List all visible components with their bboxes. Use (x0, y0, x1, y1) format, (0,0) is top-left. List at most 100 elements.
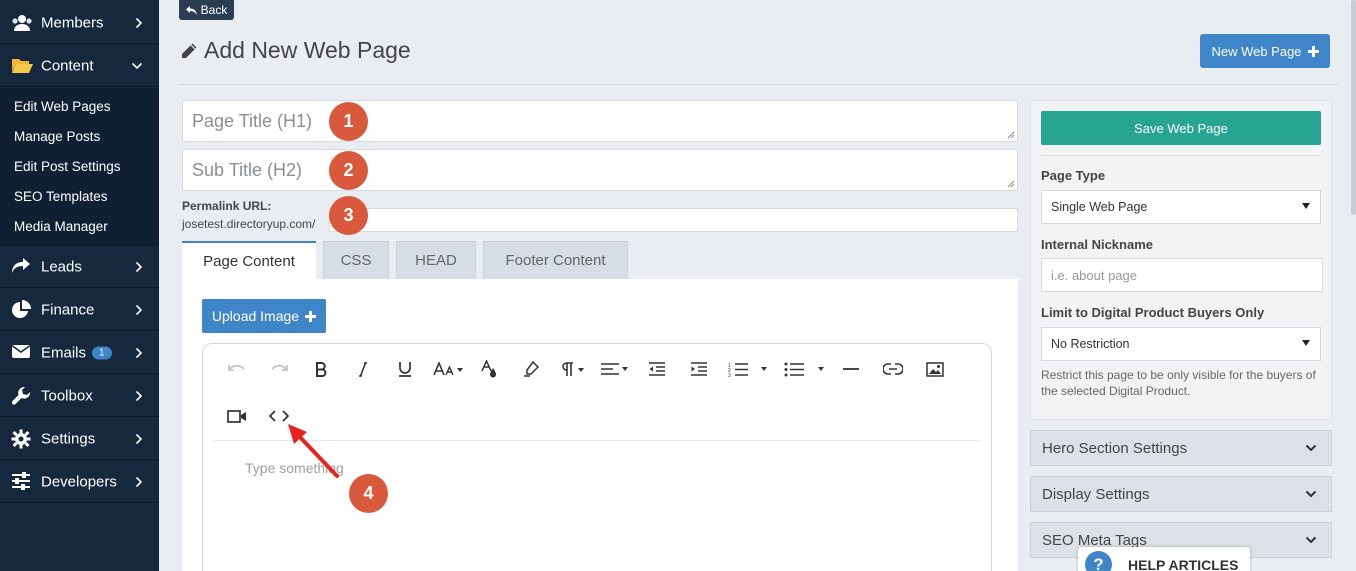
indent-icon[interactable] (685, 356, 713, 382)
unordered-list-icon[interactable] (783, 356, 827, 382)
permalink-label: Permalink URL: (182, 199, 272, 213)
page-scrollbar[interactable] (1351, 0, 1356, 215)
page-title-placeholder: Page Title (H1) (192, 110, 313, 131)
underline-icon[interactable] (391, 356, 419, 382)
sidebar-item-developers[interactable]: Developers (0, 461, 159, 503)
sliders-icon (11, 471, 31, 492)
share-arrow-icon (11, 257, 31, 277)
align-icon[interactable] (599, 356, 631, 382)
sidebar-item-emails[interactable]: Emails 1 (0, 332, 159, 374)
new-web-page-button[interactable]: New Web Page (1200, 34, 1330, 68)
back-label: Back (200, 3, 228, 17)
sidebar-item-leads[interactable]: Leads (0, 246, 159, 288)
submenu-item-edit-web-pages[interactable]: Edit Web Pages (14, 99, 111, 114)
sidebar: Members Content Edit Web Pages Manage Po… (0, 0, 159, 571)
page-title: Add New Web Page (180, 37, 411, 64)
resize-handle-icon[interactable] (1007, 180, 1015, 188)
text-color-icon[interactable] (475, 356, 503, 382)
page-title-text: Add New Web Page (204, 37, 411, 63)
sidebar-item-label: Toolbox (41, 387, 93, 404)
chevron-down-icon (1305, 490, 1317, 498)
permalink-input[interactable] (329, 208, 1018, 232)
permalink-prefix: josetest.directoryup.com/ (182, 217, 316, 231)
back-button[interactable]: Back (179, 0, 234, 20)
internal-nickname-placeholder: i.e. about page (1051, 267, 1138, 283)
caret-down-icon (1302, 340, 1310, 346)
font-size-icon[interactable] (432, 356, 466, 382)
new-web-page-label: New Web Page (1211, 43, 1302, 59)
callout-marker-2: 2 (329, 151, 368, 190)
sidebar-item-label: Leads (41, 258, 82, 275)
image-icon[interactable] (921, 356, 949, 382)
resize-handle-icon[interactable] (1007, 131, 1015, 139)
callout-marker-1: 1 (329, 102, 368, 141)
video-icon[interactable] (223, 403, 251, 429)
tab-footer-content[interactable]: Footer Content (483, 241, 628, 279)
sidebar-item-members[interactable]: Members (0, 2, 159, 44)
pie-chart-icon (11, 299, 31, 320)
upload-image-label: Upload Image (211, 308, 300, 324)
chevron-down-icon (131, 62, 143, 70)
sidebar-item-content[interactable]: Content (0, 45, 159, 87)
envelope-icon (11, 343, 31, 363)
chevron-down-icon (1305, 536, 1317, 544)
sidebar-item-finance[interactable]: Finance (0, 289, 159, 331)
sidebar-item-label: Emails 1 (41, 344, 112, 361)
bold-icon[interactable] (307, 356, 335, 382)
submenu-item-edit-post-settings[interactable]: Edit Post Settings (14, 159, 121, 174)
chevron-down-icon (1305, 444, 1317, 452)
submenu-item-media-manager[interactable]: Media Manager (14, 219, 108, 234)
restrict-buyers-label: Limit to Digital Product Buyers Only (1041, 305, 1265, 320)
sidebar-item-settings[interactable]: Settings (0, 418, 159, 460)
page-title-input[interactable]: Page Title (H1) (182, 100, 1018, 142)
restrict-buyers-select[interactable]: No Restriction (1041, 327, 1321, 361)
undo-icon[interactable] (223, 356, 251, 382)
submenu-item-manage-posts[interactable]: Manage Posts (14, 129, 100, 144)
gear-icon (11, 429, 31, 449)
accordion-label: SEO Meta Tags (1042, 531, 1147, 549)
hero-section-settings-accordion[interactable]: Hero Section Settings (1030, 430, 1332, 466)
svg-text:3: 3 (728, 373, 731, 377)
display-settings-accordion[interactable]: Display Settings (1030, 476, 1332, 512)
sidebar-item-toolbox[interactable]: Toolbox (0, 375, 159, 417)
chevron-right-icon (135, 390, 143, 402)
sub-title-input[interactable]: Sub Title (H2) (182, 149, 1018, 191)
callout-marker-4: 4 (349, 474, 388, 513)
accordion-label: Hero Section Settings (1042, 439, 1188, 457)
tab-css[interactable]: CSS (323, 241, 389, 279)
horizontal-rule-icon[interactable] (837, 356, 865, 382)
internal-nickname-input[interactable]: i.e. about page (1041, 258, 1323, 292)
folder-open-icon (11, 56, 33, 76)
content-submenu: Edit Web Pages Manage Posts Edit Post Se… (0, 88, 159, 246)
tab-head[interactable]: HEAD (396, 241, 476, 279)
page-type-select[interactable]: Single Web Page (1041, 190, 1321, 224)
chevron-right-icon (135, 433, 143, 445)
help-articles-button[interactable]: ? HELP ARTICLES (1078, 547, 1250, 571)
chevron-right-icon (135, 347, 143, 359)
sub-title-placeholder: Sub Title (H2) (192, 159, 303, 180)
redo-icon[interactable] (265, 356, 293, 382)
sidebar-item-label: Content (41, 57, 94, 74)
save-web-page-button[interactable]: Save Web Page (1041, 111, 1321, 145)
paragraph-format-icon[interactable] (559, 356, 589, 382)
panel-divider (1041, 155, 1321, 156)
users-icon (11, 13, 32, 33)
upload-image-button[interactable]: Upload Image (202, 299, 326, 333)
submenu-item-seo-templates[interactable]: SEO Templates (14, 189, 108, 204)
email-count-badge: 1 (92, 346, 112, 359)
link-icon[interactable] (879, 356, 907, 382)
restrict-buyers-value: No Restriction (1051, 337, 1130, 351)
internal-nickname-label: Internal Nickname (1041, 237, 1153, 252)
wrench-icon (11, 386, 31, 406)
outdent-icon[interactable] (643, 356, 671, 382)
chevron-right-icon (135, 261, 143, 273)
page-type-value: Single Web Page (1051, 200, 1148, 214)
caret-down-icon (1302, 203, 1310, 209)
italic-icon[interactable] (349, 356, 377, 382)
header-divider (179, 84, 1339, 85)
ordered-list-icon[interactable]: 123 (727, 356, 771, 382)
chevron-right-icon (135, 476, 143, 488)
tab-page-content[interactable]: Page Content (182, 241, 316, 279)
highlight-icon[interactable] (517, 356, 545, 382)
reply-arrow-icon (185, 5, 197, 15)
